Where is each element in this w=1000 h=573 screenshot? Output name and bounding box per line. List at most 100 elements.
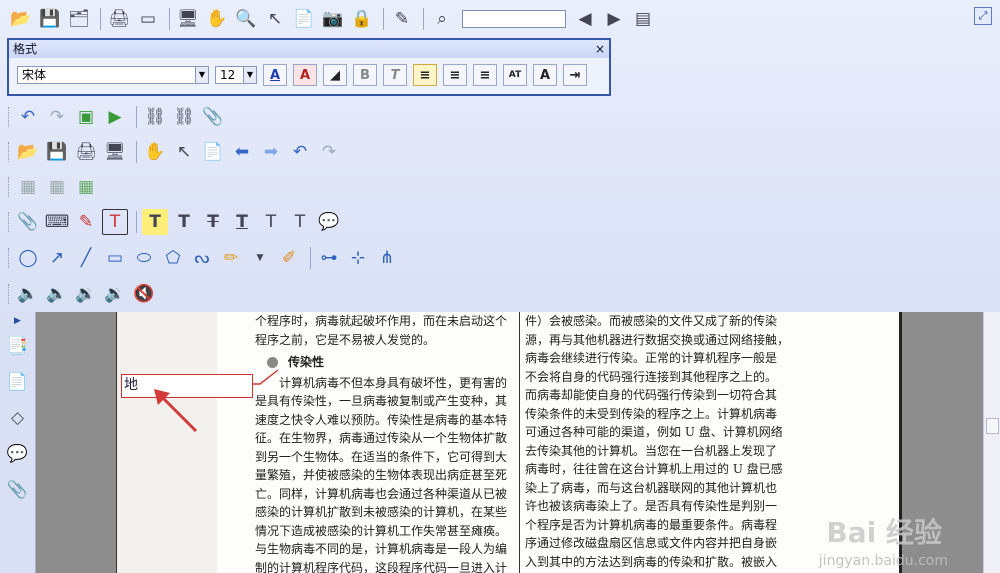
search-prev-icon[interactable]: ◀ [572,6,598,32]
monitor-icon[interactable]: 🖥 [175,6,201,32]
undo-icon[interactable]: ↶ [15,104,41,130]
pages-icon[interactable]: 📑 [6,334,30,358]
page-insert-icon[interactable]: ▦ [44,174,70,200]
clip-icon[interactable]: 📎 [15,209,41,235]
lock-rms-icon[interactable]: 🔒 [349,6,375,32]
text-direction-button[interactable]: ⇥ [563,64,587,86]
binoculars-icon[interactable]: ⌕ [429,6,455,32]
next-icon[interactable]: ➡ [258,139,284,165]
eraser-icon[interactable]: ✐ [276,245,302,271]
select-arrow-icon[interactable]: ↖ [262,6,288,32]
bookmark-icon[interactable]: 📄 [6,370,30,394]
properties-icon[interactable]: 📄 [200,139,226,165]
pentagon-icon[interactable]: ⬠ [160,245,186,271]
font-color-button[interactable]: A [263,64,287,86]
chevron-down-icon[interactable]: ▼ [195,67,208,83]
attach-icon[interactable]: 📎 [200,104,226,130]
link-broken-icon[interactable]: ⛓ [171,104,197,130]
undo-icon[interactable]: ↶ [287,139,313,165]
insert-image-icon[interactable]: ▣ [73,104,99,130]
circle-icon[interactable]: ◯ [15,245,41,271]
area-icon[interactable]: ⋔ [374,245,400,271]
toolbar-grip[interactable] [8,142,11,162]
align-right-button[interactable]: ≡ [473,64,497,86]
layers-icon[interactable]: ◇ [6,406,30,430]
align-center-button[interactable]: ≡ [443,64,467,86]
print-icon[interactable]: 🖨 [106,6,132,32]
textbox-icon[interactable]: T [102,209,128,235]
scrollbar-thumb[interactable] [986,418,999,434]
comment-icon[interactable]: 💬 [316,209,342,235]
font-size-select[interactable]: 12 ▼ [215,66,257,84]
highlight-color-button[interactable]: A [293,64,317,86]
comments-icon[interactable]: 💬 [6,442,30,466]
chevron-down-icon[interactable]: ▼ [243,67,256,83]
highlight-text-icon[interactable]: T [142,209,168,235]
char-spacing-button[interactable]: AT [503,64,527,86]
pencil-icon[interactable]: ✏ [218,245,244,271]
audio-icon[interactable]: 🔈 [15,281,41,307]
toolbar-grip[interactable] [8,212,11,232]
sound3-icon[interactable]: 🔇 [131,281,157,307]
close-icon[interactable]: × [595,40,605,58]
toolbar-grip[interactable] [8,107,11,127]
monitor-icon[interactable]: 🖥 [102,139,128,165]
save-icon[interactable]: 💾 [37,6,63,32]
select-arrow-icon[interactable]: ↖ [171,139,197,165]
insert-text-icon[interactable]: T [287,209,313,235]
search-options-icon[interactable]: ▤ [630,6,656,32]
sound-icon[interactable]: 🔉 [73,281,99,307]
font-name-select[interactable]: 宋体 ▼ [17,66,209,84]
expand-panel-icon[interactable]: ▶ [0,316,35,326]
pdf-page[interactable]: 个程序时，病毒就起破坏作用，而在未启动这个 程序之前，它是不易被人发觉的。 传染性计… [116,312,902,573]
attachments-icon[interactable]: 📎 [6,478,30,502]
squiggle-icon[interactable]: ᔓ [189,245,215,271]
save-all-icon[interactable]: 🗂 [66,6,92,32]
sound2-icon[interactable]: 🔉 [102,281,128,307]
italic-button[interactable]: T [383,64,407,86]
ellipse-icon[interactable]: ⬭ [131,245,157,271]
snapshot-camera-icon[interactable]: 📷 [320,6,346,32]
redo-icon[interactable]: ↷ [44,104,70,130]
vertical-scrollbar[interactable] [983,312,1000,573]
strikeout-icon[interactable]: T [200,209,226,235]
search-next-icon[interactable]: ▶ [601,6,627,32]
line-spacing-button[interactable]: A [533,64,557,86]
arrow-icon[interactable]: ↗ [44,245,70,271]
link-icon[interactable]: ⛓ [142,104,168,130]
open-folder-icon[interactable]: 📂 [8,6,34,32]
audio-next-icon[interactable]: 🔈 [44,281,70,307]
prev-icon[interactable]: ⬅ [229,139,255,165]
toolbar-grip[interactable] [8,284,11,304]
replace-text-icon[interactable]: T [258,209,284,235]
chevron-down-icon[interactable]: ▼ [247,245,273,271]
text-icon[interactable]: T [171,209,197,235]
bold-button[interactable]: B [353,64,377,86]
perimeter-icon[interactable]: ⊹ [345,245,371,271]
annotation-text[interactable]: 地 [124,377,138,393]
page-icon[interactable]: ▦ [15,174,41,200]
hand-icon[interactable]: ✋ [204,6,230,32]
fill-color-button[interactable]: ◢ [323,64,347,86]
restore-window-icon[interactable]: ⤢ [974,7,992,25]
toolbar-grip[interactable] [8,177,11,197]
underline-icon[interactable]: T [229,209,255,235]
hand-icon[interactable]: ✋ [142,139,168,165]
align-left-button[interactable]: ≡ [413,64,437,86]
save-icon[interactable]: 💾 [44,139,70,165]
open-folder-icon[interactable]: 📂 [15,139,41,165]
page-replace-icon[interactable]: ▦ [73,174,99,200]
play-icon[interactable]: ▶ [102,104,128,130]
edit-box-icon[interactable]: ✎ [73,209,99,235]
find-icon[interactable]: 🔍 [233,6,259,32]
typewriter-icon[interactable]: ⌨ [44,209,70,235]
sign-pen-icon[interactable]: ✎ [389,6,415,32]
toolbar-grip[interactable] [8,248,11,268]
print-icon[interactable]: 🖨 [73,139,99,165]
scan-icon[interactable]: ▭ [135,6,161,32]
redo-icon[interactable]: ↷ [316,139,342,165]
distance-icon[interactable]: ⊶ [316,245,342,271]
properties-icon[interactable]: 📄 [291,6,317,32]
rectangle-icon[interactable]: ▭ [102,245,128,271]
line-icon[interactable]: ╱ [73,245,99,271]
